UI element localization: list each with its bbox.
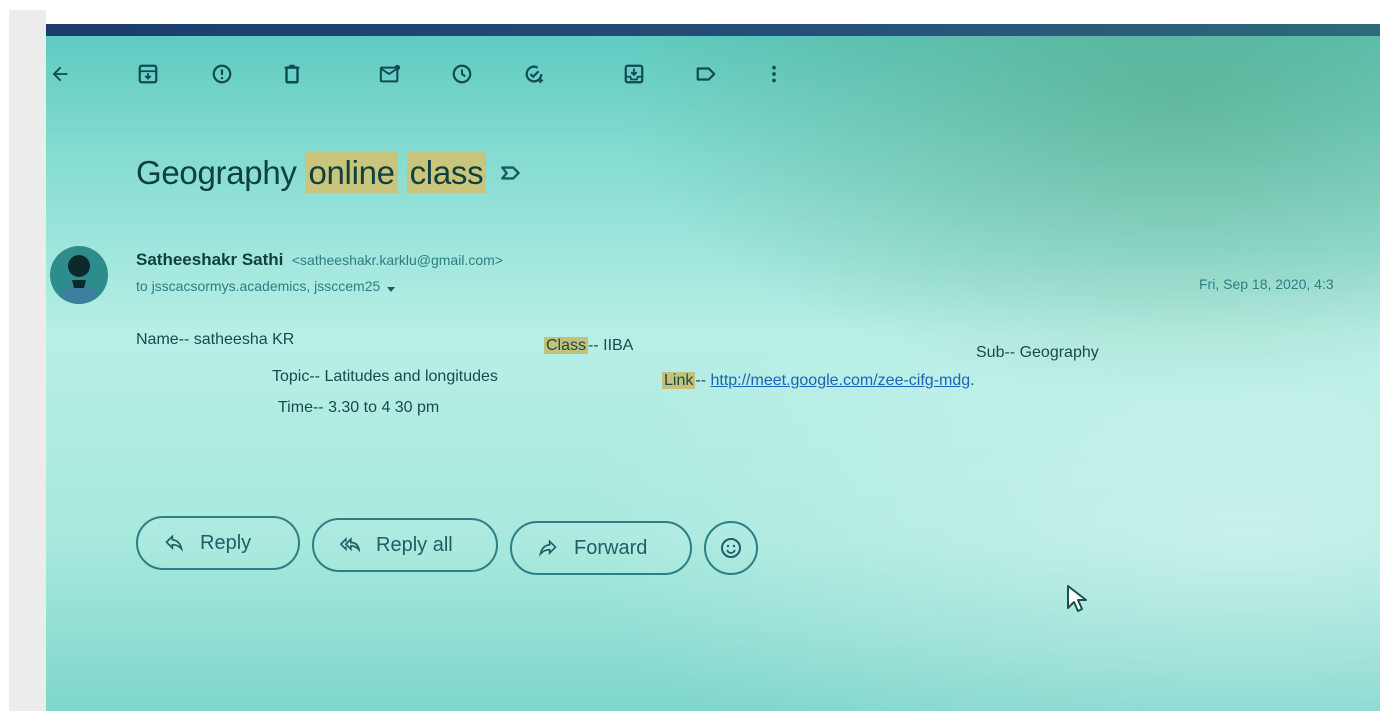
email-date: Fri, Sep 18, 2020, 4:3 bbox=[1199, 276, 1334, 292]
label-icon[interactable] bbox=[692, 60, 720, 88]
left-margin bbox=[0, 0, 46, 711]
body-name: Name-- satheesha KR bbox=[136, 331, 295, 348]
email-subject: Geography online class bbox=[136, 152, 487, 193]
top-edge bbox=[46, 24, 1380, 36]
subject-highlight-online: online bbox=[305, 152, 398, 193]
meet-link[interactable]: http://meet.google.com/zee-cifg-mdg bbox=[710, 372, 970, 389]
more-icon[interactable] bbox=[760, 60, 788, 88]
body-sub: Sub-- Geography bbox=[976, 344, 1099, 361]
body-link-tail: . bbox=[970, 372, 975, 389]
mouse-pointer-icon bbox=[1066, 584, 1088, 614]
body-class: Class -- IIBA bbox=[544, 337, 633, 355]
delete-icon[interactable] bbox=[278, 60, 306, 88]
reply-all-button[interactable]: Reply all bbox=[312, 518, 498, 572]
body-topic: Topic-- Latitudes and longitudes bbox=[272, 368, 498, 385]
reply-all-icon bbox=[340, 537, 360, 553]
body-class-value: -- IIBA bbox=[588, 337, 634, 354]
sender-name[interactable]: Satheeshakr Sathi bbox=[136, 250, 283, 269]
reply-button[interactable]: Reply bbox=[136, 516, 300, 570]
body-class-label: Class bbox=[544, 337, 589, 354]
left-margin-bar bbox=[9, 10, 46, 711]
subject-row: Geography online class bbox=[136, 152, 524, 193]
move-to-icon[interactable] bbox=[620, 60, 648, 88]
toolbar bbox=[46, 52, 1380, 96]
mark-unread-icon[interactable] bbox=[376, 60, 404, 88]
subject-part-geography: Geography bbox=[136, 154, 306, 191]
subject-highlight-class: class bbox=[406, 152, 487, 193]
important-label-icon[interactable] bbox=[498, 160, 524, 186]
add-to-tasks-icon[interactable] bbox=[520, 60, 548, 88]
archive-icon[interactable] bbox=[134, 60, 162, 88]
back-arrow-icon[interactable] bbox=[46, 60, 74, 88]
subject-space bbox=[398, 154, 407, 191]
snooze-icon[interactable] bbox=[448, 60, 476, 88]
body-link-separator: -- bbox=[695, 372, 711, 389]
forward-icon bbox=[539, 539, 557, 557]
body-link-line: Link -- http://meet.google.com/zee-cifg-m… bbox=[662, 372, 975, 390]
email-view: Geography online class Satheeshakr Sathi… bbox=[46, 24, 1380, 711]
reply-icon bbox=[165, 534, 183, 552]
reply-label: Reply bbox=[200, 531, 252, 554]
forward-button[interactable]: Forward bbox=[510, 521, 692, 575]
recipients-text: to jsscacsormys.academics, jssccem25 bbox=[136, 278, 381, 294]
forward-label: Forward bbox=[574, 536, 648, 559]
smiley-icon bbox=[721, 538, 741, 558]
body-link-label: Link bbox=[662, 372, 696, 389]
body-time: Time-- 3.30 to 4 30 pm bbox=[278, 399, 440, 416]
emoji-reaction-button[interactable] bbox=[704, 521, 758, 575]
sender-email: <satheeshakr.karklu@gmail.com> bbox=[291, 252, 503, 268]
reply-all-label: Reply all bbox=[376, 533, 453, 556]
chevron-down-icon[interactable] bbox=[386, 281, 396, 292]
report-spam-icon[interactable] bbox=[208, 60, 236, 88]
recipients[interactable]: to jsscacsormys.academics, jssccem25 bbox=[136, 278, 396, 294]
sender-line: Satheeshakr Sathi <satheeshakr.karklu@gm… bbox=[136, 250, 503, 270]
avatar[interactable] bbox=[50, 246, 108, 304]
